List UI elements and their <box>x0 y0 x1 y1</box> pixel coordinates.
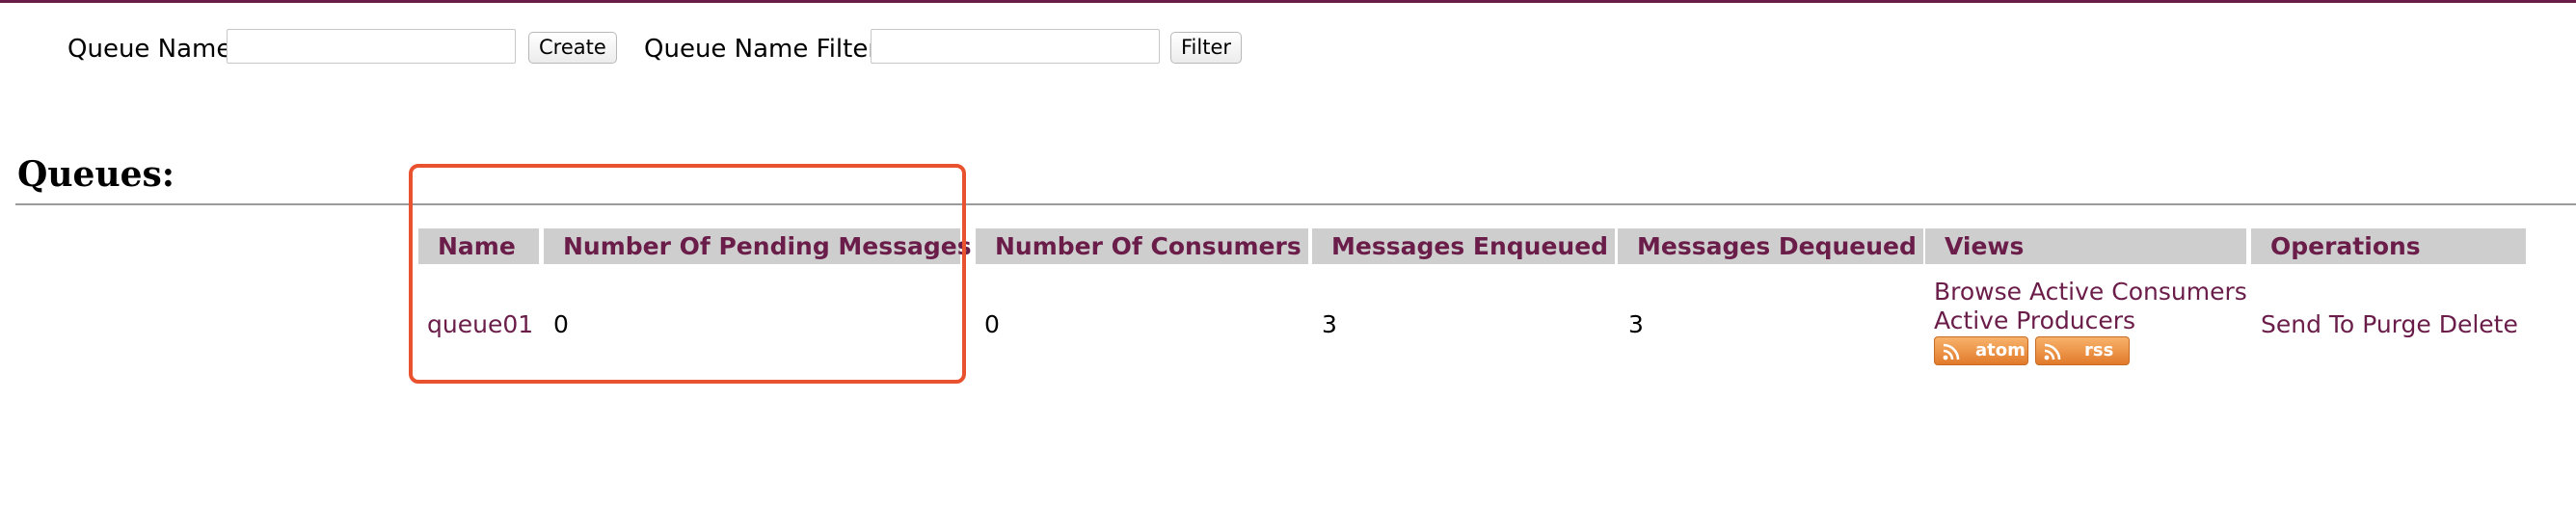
queue-name-label: Queue Name <box>67 35 232 64</box>
header-views: Views <box>1925 228 2246 264</box>
consumers-value: 0 <box>984 310 1000 338</box>
rss-label: rss <box>2084 340 2114 360</box>
filter-button[interactable]: Filter <box>1170 32 1243 64</box>
divider <box>15 203 2576 205</box>
highlight-box <box>409 164 966 384</box>
atom-label: atom <box>1975 340 2026 360</box>
delete-link[interactable]: Delete <box>2439 310 2518 338</box>
queue-name-input[interactable] <box>227 29 516 64</box>
create-button[interactable]: Create <box>528 32 617 64</box>
send-to-link[interactable]: Send To <box>2261 310 2354 338</box>
queue-form: Queue Name Create Queue Name Filter Filt… <box>0 29 2576 69</box>
header-consumers[interactable]: Number Of Consumers <box>976 228 1308 264</box>
queue-name-filter-input[interactable] <box>871 29 1160 64</box>
views-cell: Browse Active Consumers Active Producers <box>1934 278 2247 335</box>
atom-feed-button[interactable]: atom <box>1934 336 2028 365</box>
enqueued-value: 3 <box>1322 310 1337 338</box>
page-title: Queues: <box>17 154 175 195</box>
header-operations: Operations <box>2251 228 2526 264</box>
rss-feed-icon <box>2044 343 2061 360</box>
rss-feed-button[interactable]: rss <box>2035 336 2130 365</box>
queue-name-filter-label: Queue Name Filter <box>644 35 879 64</box>
header-messages-dequeued[interactable]: Messages Dequeued <box>1618 228 1923 264</box>
rss-feed-icon <box>1943 343 1960 360</box>
dequeued-value: 3 <box>1628 310 1644 338</box>
active-producers-link[interactable]: Active Producers <box>1934 307 2135 334</box>
top-border <box>0 0 2576 3</box>
header-messages-enqueued[interactable]: Messages Enqueued <box>1312 228 1615 264</box>
purge-link[interactable]: Purge <box>2362 310 2431 338</box>
browse-active-consumers-link[interactable]: Browse Active Consumers <box>1934 278 2247 306</box>
operations-cell: Send To Purge Delete <box>2261 310 2518 338</box>
